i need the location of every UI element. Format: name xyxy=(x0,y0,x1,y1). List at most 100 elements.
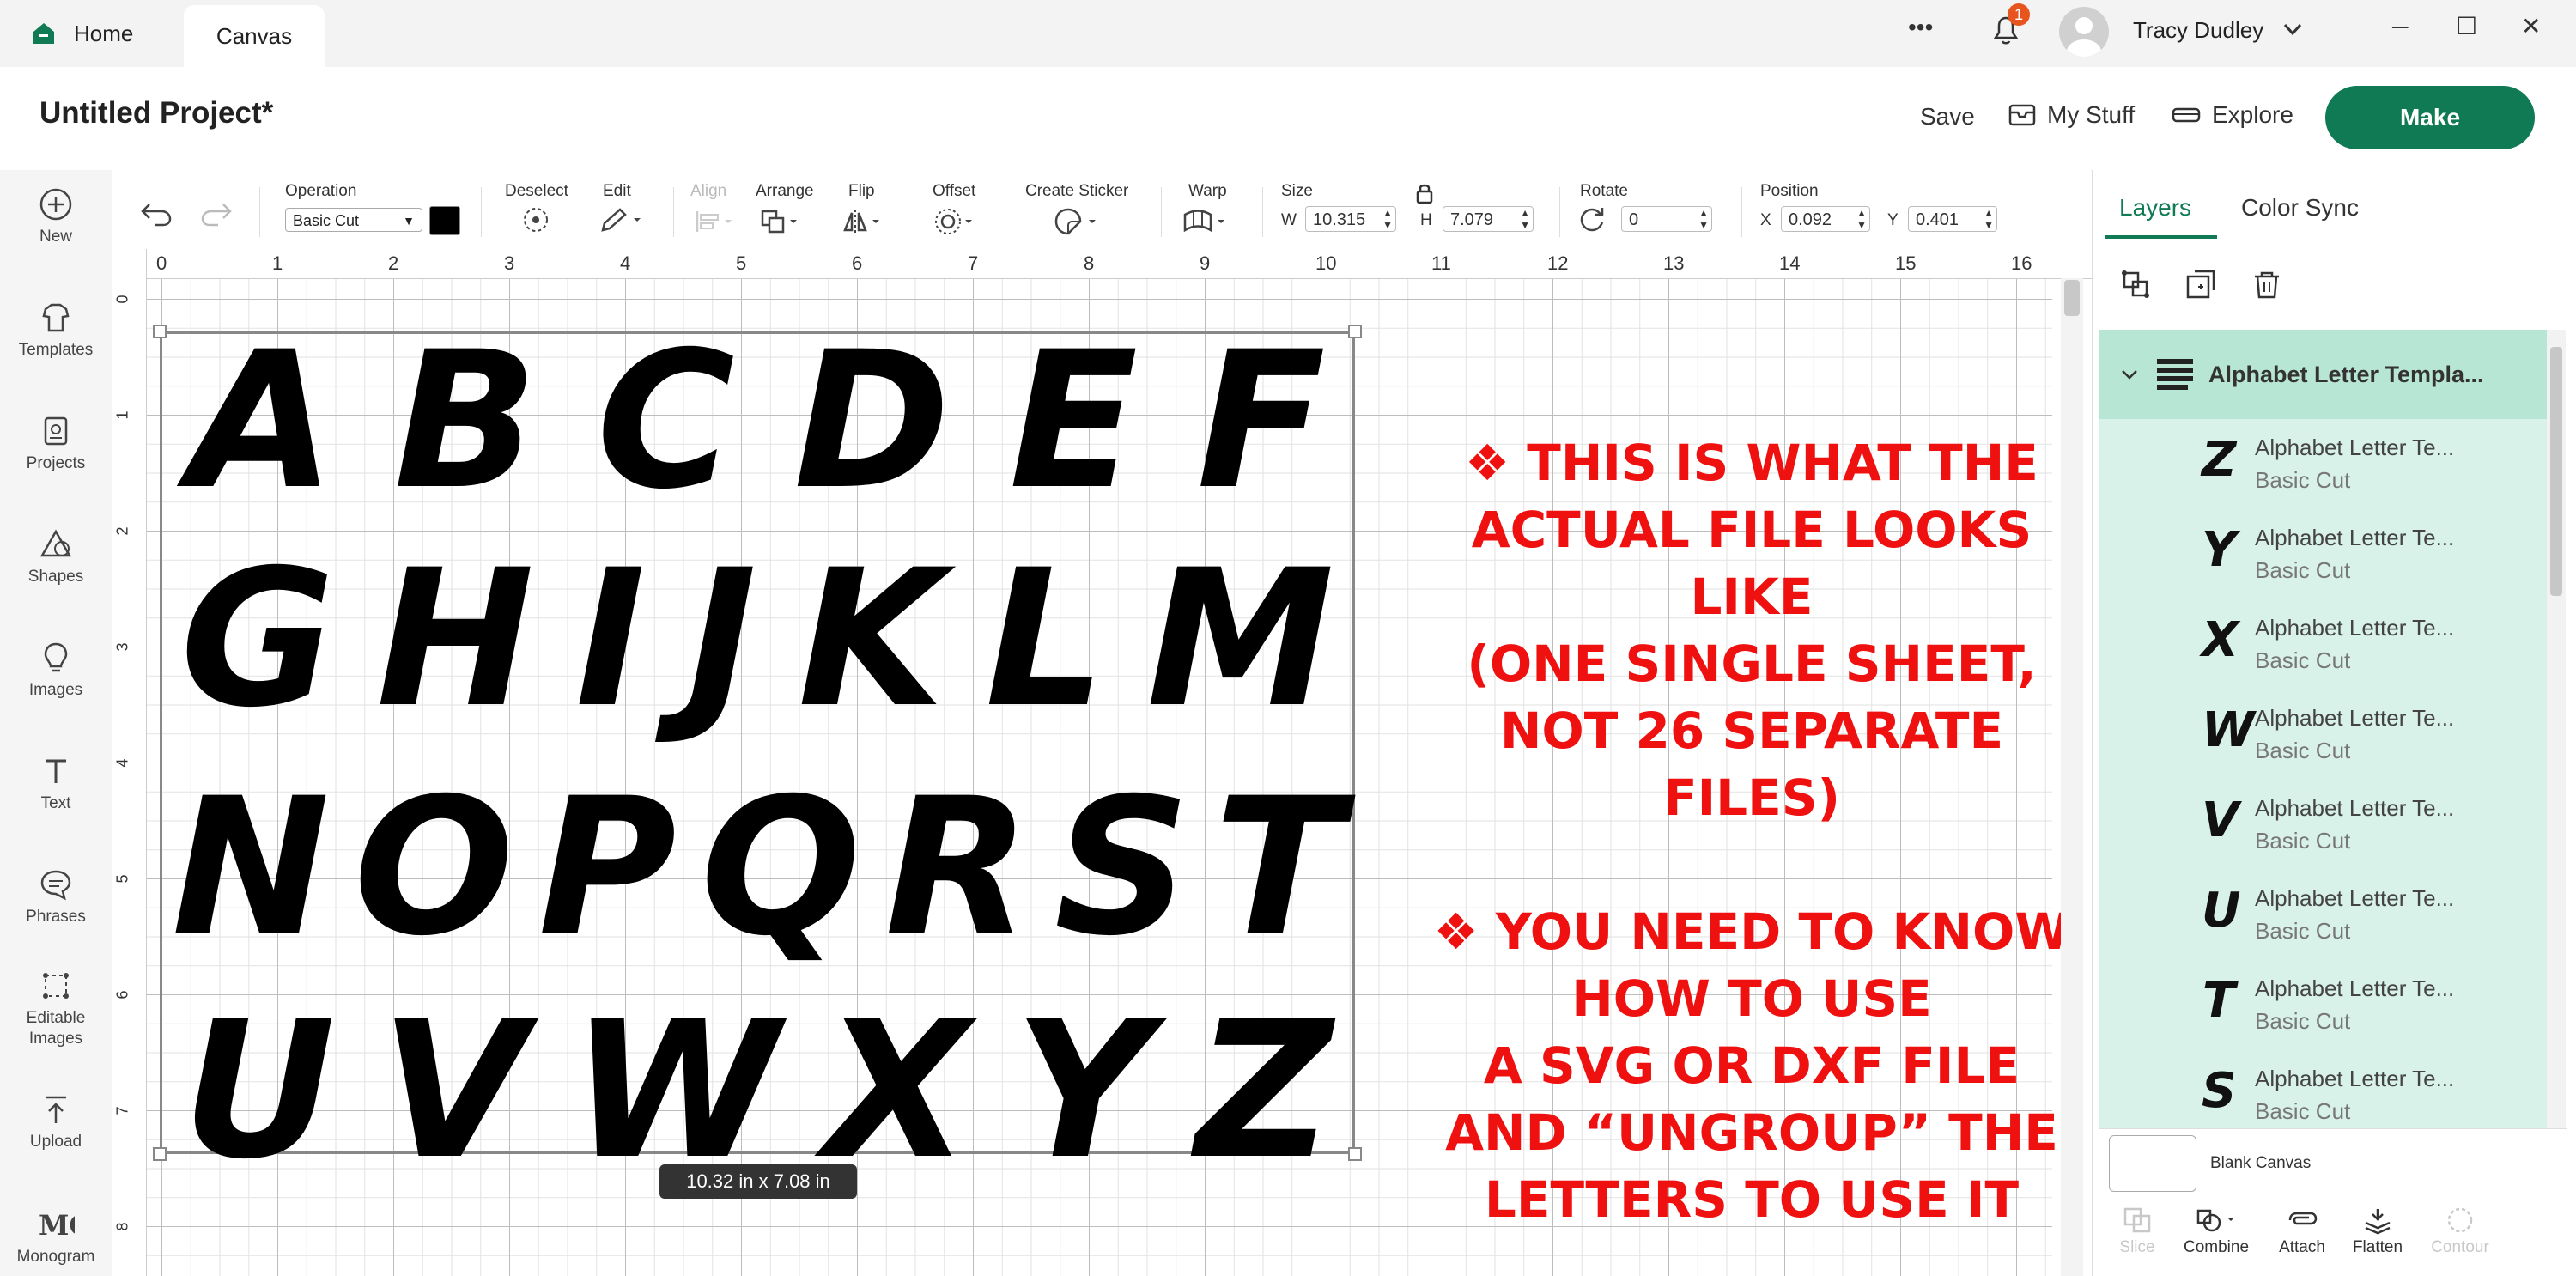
layer-row[interactable]: Z Alphabet Letter Te... Basic Cut xyxy=(2099,419,2547,509)
operation-color-swatch[interactable] xyxy=(429,206,460,235)
alphabet-letter[interactable]: N xyxy=(172,773,330,962)
tab-home[interactable]: Home xyxy=(0,0,184,67)
alphabet-letter[interactable]: Z xyxy=(1195,996,1333,1185)
layer-thumbnail: U xyxy=(2202,883,2241,939)
alphabet-letter[interactable]: C xyxy=(597,326,735,515)
edit-button[interactable] xyxy=(598,204,642,240)
save-button[interactable]: Save xyxy=(1920,103,1975,131)
canvas-scrollbar[interactable] xyxy=(2061,278,2083,1276)
rotate-input[interactable]: 0 ▲ ▼ xyxy=(1621,206,1712,232)
sidebar-item-shapes[interactable]: Shapes xyxy=(0,527,112,587)
flip-button[interactable] xyxy=(841,206,886,241)
canvas-scrollbar-thumb[interactable] xyxy=(2064,280,2080,316)
user-name[interactable]: Tracy Dudley xyxy=(2133,17,2263,44)
deselect-button[interactable] xyxy=(520,204,551,240)
position-x-input[interactable]: 0.092 ▲ ▼ xyxy=(1781,206,1870,232)
operation-select[interactable]: Basic Cut ▼ xyxy=(285,208,422,232)
letter-row[interactable]: ABCDEF xyxy=(160,326,1355,515)
alphabet-letter[interactable]: X xyxy=(824,996,970,1185)
layer-row[interactable]: Y Alphabet Letter Te... Basic Cut xyxy=(2099,509,2547,599)
layer-row[interactable]: S Alphabet Letter Te... Basic Cut xyxy=(2099,1050,2547,1140)
tab-layers[interactable]: Layers xyxy=(2119,194,2191,222)
chevron-down-icon[interactable] xyxy=(2117,362,2142,386)
attach-button[interactable]: Attach xyxy=(2263,1206,2341,1257)
alphabet-letter[interactable]: I xyxy=(575,544,646,733)
layer-row[interactable]: T Alphabet Letter Te... Basic Cut xyxy=(2099,960,2547,1050)
warp-button[interactable] xyxy=(1182,206,1233,241)
alphabet-letter[interactable]: U xyxy=(182,996,336,1185)
alphabet-letter[interactable]: K xyxy=(798,544,944,733)
alphabet-letter[interactable]: L xyxy=(985,544,1105,733)
letter-row[interactable]: GHIJKLM xyxy=(160,544,1355,733)
create-sticker-button[interactable] xyxy=(1053,206,1104,241)
my-stuff-button[interactable]: My Stuff xyxy=(2008,101,2135,129)
align-button[interactable] xyxy=(692,206,737,241)
layer-row[interactable]: V Alphabet Letter Te... Basic Cut xyxy=(2099,780,2547,870)
flatten-button[interactable]: Flatten xyxy=(2339,1206,2416,1257)
make-button[interactable]: Make xyxy=(2325,86,2535,149)
group-button[interactable] xyxy=(2119,268,2154,307)
more-options-icon[interactable]: ••• xyxy=(1908,14,1933,41)
slice-button[interactable]: Slice xyxy=(2099,1206,2176,1257)
contour-button[interactable]: Contour xyxy=(2421,1206,2499,1257)
chevron-down-icon[interactable] xyxy=(2281,17,2305,47)
tab-canvas[interactable]: Canvas xyxy=(184,5,325,67)
alphabet-letter[interactable]: J xyxy=(687,544,757,733)
alphabet-letter[interactable]: V xyxy=(380,996,526,1185)
position-y-input[interactable]: 0.401 ▲ ▼ xyxy=(1908,206,1997,232)
layer-row[interactable]: U Alphabet Letter Te... Basic Cut xyxy=(2099,870,2547,960)
alphabet-letter[interactable]: P xyxy=(538,773,677,962)
sidebar-item-phrases[interactable]: Phrases xyxy=(0,867,112,927)
sidebar-item-templates[interactable]: Templates xyxy=(0,301,112,361)
alphabet-letter[interactable]: G xyxy=(180,544,336,733)
combine-button[interactable]: Combine xyxy=(2178,1206,2255,1257)
offset-button[interactable] xyxy=(933,206,977,241)
alphabet-letter[interactable]: D xyxy=(793,326,951,515)
layer-group-row[interactable]: Alphabet Letter Templa... xyxy=(2099,330,2547,419)
alphabet-letter[interactable]: S xyxy=(1054,773,1190,962)
alphabet-letter[interactable]: H xyxy=(376,544,534,733)
sidebar-item-upload[interactable]: Upload xyxy=(0,1092,112,1152)
sidebar-item-monogram[interactable]: MG Monogram xyxy=(0,1207,112,1267)
arrange-button[interactable] xyxy=(759,206,804,241)
delete-button[interactable] xyxy=(2250,268,2284,307)
alphabet-letter[interactable]: M xyxy=(1146,544,1334,733)
alphabet-letter[interactable]: B xyxy=(394,326,538,515)
undo-button[interactable] xyxy=(139,197,173,231)
duplicate-button[interactable] xyxy=(2184,268,2219,307)
layer-row[interactable]: X Alphabet Letter Te... Basic Cut xyxy=(2099,599,2547,690)
letter-row[interactable]: UVWXYZ xyxy=(160,996,1355,1185)
alphabet-letter[interactable]: T xyxy=(1214,773,1343,962)
layers-scrollbar-thumb[interactable] xyxy=(2550,347,2562,596)
window-close-button[interactable]: ✕ xyxy=(2521,12,2541,40)
layer-row[interactable]: W Alphabet Letter Te... Basic Cut xyxy=(2099,690,2547,780)
sidebar-item-editable-images[interactable]: Editable Images xyxy=(0,969,112,1049)
window-minimize-button[interactable]: ─ xyxy=(2392,14,2408,40)
redo-button[interactable] xyxy=(199,197,234,231)
arrange-label: Arrange xyxy=(756,182,814,200)
alphabet-letter[interactable]: A xyxy=(189,326,335,515)
height-input[interactable]: 7.079 ▲ ▼ xyxy=(1443,206,1534,232)
explore-button[interactable]: Explore xyxy=(2171,101,2293,129)
project-title[interactable]: Untitled Project* xyxy=(39,96,273,131)
width-input[interactable]: 10.315 ▲ ▼ xyxy=(1305,206,1396,232)
user-avatar[interactable] xyxy=(2059,7,2109,57)
sidebar-item-projects[interactable]: Projects xyxy=(0,414,112,474)
blank-canvas-swatch[interactable] xyxy=(2109,1135,2196,1192)
redo-icon xyxy=(201,204,232,227)
alphabet-letter[interactable]: E xyxy=(1009,326,1138,515)
sidebar-item-text[interactable]: Text xyxy=(0,754,112,814)
sidebar-item-new[interactable]: New xyxy=(0,187,112,247)
alphabet-letter[interactable]: W xyxy=(571,996,780,1185)
alphabet-letter[interactable]: F xyxy=(1197,326,1326,515)
letter-row[interactable]: NOPQRST xyxy=(160,773,1355,962)
alphabet-letter[interactable]: R xyxy=(885,773,1030,962)
alphabet-letter[interactable]: Q xyxy=(701,773,861,962)
lock-aspect-button[interactable] xyxy=(1415,182,1434,209)
sidebar-item-images[interactable]: Images xyxy=(0,641,112,701)
alphabet-letter[interactable]: O xyxy=(354,773,514,962)
alphabet-letter[interactable]: Y xyxy=(1014,996,1151,1185)
blank-canvas-label: Blank Canvas xyxy=(2210,1154,2312,1172)
window-maximize-button[interactable]: ☐ xyxy=(2456,12,2477,40)
tab-color-sync[interactable]: Color Sync xyxy=(2241,194,2359,222)
